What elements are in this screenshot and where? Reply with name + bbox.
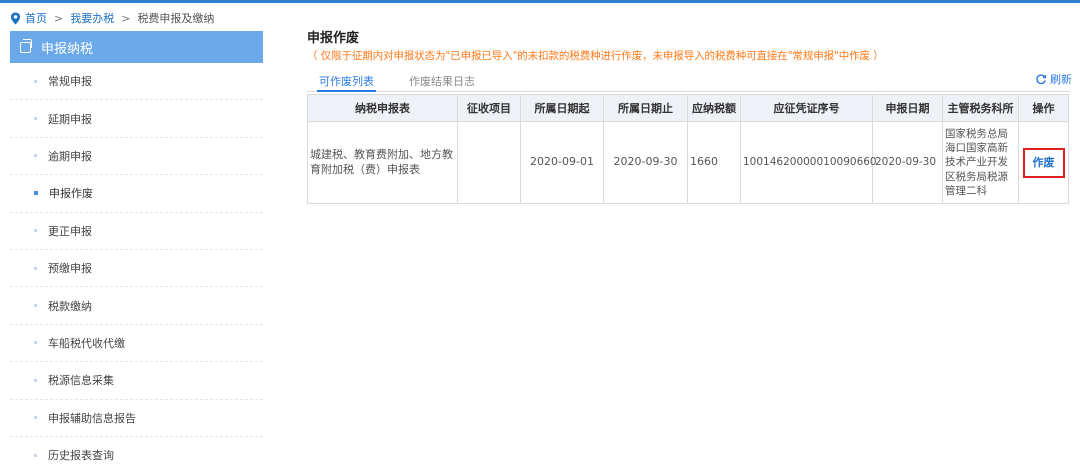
sidebar-item-label: 延期申报 [48, 112, 92, 126]
breadcrumb-current: 税费申报及缴纳 [137, 12, 215, 25]
sidebar-item-correction[interactable]: 更正申报 [10, 213, 263, 250]
cell-start-date: 2020-09-01 [520, 121, 604, 204]
page-title: 申报作废 [307, 31, 360, 46]
voidable-table: 纳税申报表 征收项目 所属日期起 所属日期止 应纳税额 应征凭证序号 申报日期 … [307, 94, 1069, 204]
sidebar-item-label: 预缴申报 [48, 262, 92, 276]
sidebar-item-prepayment[interactable]: 预缴申报 [10, 250, 263, 288]
sidebar-item-label: 更正申报 [48, 224, 92, 238]
bullet-icon [34, 378, 37, 382]
breadcrumb-separator: > [121, 11, 131, 25]
sidebar-item-label: 申报作废 [49, 187, 93, 201]
cell-voucher: 10014620000010090660 [740, 121, 877, 204]
bullet-icon [34, 416, 37, 420]
column-header: 申报日期 [872, 94, 943, 122]
column-header: 应纳税额 [687, 94, 741, 122]
sidebar-item-label: 历史报表查询 [48, 449, 114, 463]
sidebar-item-regular[interactable]: 常规申报 [10, 63, 263, 101]
bullet-icon [34, 79, 37, 83]
sidebar-item-history[interactable]: 历史报表查询 [10, 437, 263, 473]
bullet-icon [34, 117, 37, 121]
sidebar-item-label: 车船税代收代缴 [48, 336, 125, 350]
sidebar-item-overdue[interactable]: 逾期申报 [10, 138, 263, 176]
bullet-icon [34, 453, 37, 457]
bullet-icon [34, 191, 38, 196]
bullet-icon [34, 229, 37, 233]
breadcrumb: 首页 > 我要办税 > 税费申报及缴纳 [10, 10, 214, 26]
cell-amount: 1660 [687, 121, 741, 204]
copy-icon [20, 38, 32, 53]
page-note: （ 仅限于征期内对申报状态为"已申报已导入"的未扣款的税费种进行作废，未申报导入… [307, 50, 884, 62]
location-pin-icon [10, 12, 21, 24]
column-header: 应征凭证序号 [740, 94, 873, 122]
bullet-icon [34, 304, 37, 308]
main-content: 申报作废 （ 仅限于征期内对申报状态为"已申报已导入"的未扣款的税费种进行作废，… [307, 31, 1072, 204]
sidebar: 申报纳税 常规申报 延期申报 逾期申报 申报作废 更正申报 预缴申报 税款缴纳 … [10, 31, 263, 473]
sidebar-item-payment[interactable]: 税款缴纳 [10, 287, 263, 325]
sidebar-item-vehicle-tax[interactable]: 车船税代收代缴 [10, 325, 263, 363]
sidebar-item-label: 申报辅助信息报告 [48, 411, 136, 425]
column-header: 主管税务科所 [942, 94, 1019, 122]
column-header: 所属日期止 [603, 94, 688, 122]
bullet-icon [34, 341, 37, 345]
table-header-row: 纳税申报表 征收项目 所属日期起 所属日期止 应纳税额 应征凭证序号 申报日期 … [307, 94, 1069, 122]
cell-declare-date: 2020-09-30 [872, 121, 943, 204]
tab-voidable-list[interactable]: 可作废列表 [317, 73, 376, 92]
sidebar-item-label: 常规申报 [48, 75, 92, 89]
sidebar-item-tax-source[interactable]: 税源信息采集 [10, 362, 263, 400]
tab-bar: 可作废列表 作废结果日志 刷新 [307, 71, 1072, 92]
bullet-icon [34, 266, 37, 270]
top-accent-line [0, 0, 1080, 3]
sidebar-header[interactable]: 申报纳税 [10, 31, 263, 63]
sidebar-item-label: 逾期申报 [48, 149, 92, 163]
sidebar-title: 申报纳税 [41, 41, 94, 57]
refresh-button[interactable]: 刷新 [1035, 71, 1072, 87]
cell-end-date: 2020-09-30 [603, 121, 688, 204]
table-row: 城建税、教育费附加、地方教育附加税（费）申报表 2020-09-01 2020-… [307, 121, 1069, 204]
cell-form: 城建税、教育费附加、地方教育附加税（费）申报表 [307, 121, 458, 204]
sidebar-item-label: 税款缴纳 [48, 299, 92, 313]
breadcrumb-tax-office[interactable]: 我要办税 [70, 10, 114, 26]
column-header: 征收项目 [457, 94, 521, 122]
sidebar-item-void[interactable]: 申报作废 [10, 175, 263, 213]
cell-office: 国家税务总局海口国家高新技术产业开发区税务局税源管理二科 [942, 121, 1019, 204]
sidebar-item-label: 税源信息采集 [48, 374, 114, 388]
sidebar-item-aux-report[interactable]: 申报辅助信息报告 [10, 400, 263, 437]
bullet-icon [34, 154, 37, 158]
column-header: 所属日期起 [520, 94, 604, 122]
breadcrumb-separator: > [54, 11, 64, 25]
column-header: 纳税申报表 [307, 94, 458, 122]
cell-item [457, 121, 521, 204]
void-button[interactable]: 作废 [1022, 147, 1065, 178]
sidebar-item-extension[interactable]: 延期申报 [10, 100, 263, 138]
refresh-icon [1036, 74, 1047, 85]
breadcrumb-home[interactable]: 首页 [25, 10, 47, 26]
column-header: 操作 [1018, 94, 1069, 122]
cell-action: 作废 [1018, 121, 1069, 204]
tab-void-log[interactable]: 作废结果日志 [409, 73, 475, 92]
refresh-label: 刷新 [1050, 73, 1072, 86]
